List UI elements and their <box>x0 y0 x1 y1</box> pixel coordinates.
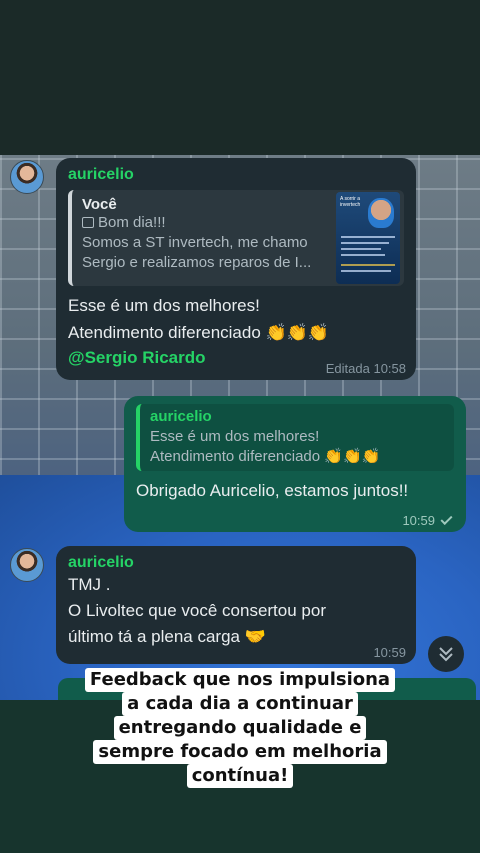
image-icon <box>82 217 94 228</box>
message-text: Atendimento diferenciado 👏👏👏 <box>68 323 330 342</box>
quote-line: Atendimento diferenciado 👏👏👏 <box>150 448 381 465</box>
message-text: O Livoltec que você consertou por <box>68 601 326 620</box>
thumbnail-text-line <box>341 248 381 250</box>
thumbnail-heading: A sorrir a invertech <box>340 196 361 208</box>
message-bubble-incoming[interactable]: auricelio Você Bom dia!!! Somos a ST inv… <box>56 158 416 380</box>
message-time: 10:59 <box>402 513 435 528</box>
thumbnail-person <box>368 198 394 228</box>
message-bubble-incoming[interactable]: auricelio TMJ . O Livoltec que você cons… <box>56 546 416 664</box>
thumbnail-text-line <box>341 264 395 266</box>
sender-name[interactable]: auricelio <box>68 166 404 184</box>
quote-line: Bom dia!!! <box>82 213 324 233</box>
quote-author: auricelio <box>150 408 212 425</box>
avatar[interactable] <box>10 160 44 194</box>
caption-line: sempre focado em melhoria <box>93 740 387 764</box>
quote-line: Sergio e realizamos reparos de I... <box>82 254 312 271</box>
thumbnail-text-line <box>341 236 395 238</box>
double-chevron-down-icon <box>439 647 453 662</box>
scroll-down-button[interactable] <box>428 636 464 672</box>
top-background <box>0 0 480 155</box>
caption-overlay: Feedback que nos impulsiona a cada dia a… <box>0 668 480 788</box>
single-check-icon <box>440 512 453 526</box>
quote-line: Esse é um dos melhores! <box>150 428 320 445</box>
caption-line: a cada dia a continuar <box>122 692 358 716</box>
message-time: 10:59 <box>373 645 406 660</box>
quoted-message[interactable]: Você Bom dia!!! Somos a ST invertech, me… <box>68 190 404 286</box>
thumbnail-text-line <box>341 270 391 272</box>
caption-line: Feedback que nos impulsiona <box>84 668 396 692</box>
sender-name[interactable]: auricelio <box>68 554 404 572</box>
caption-line: contínua! <box>186 764 294 788</box>
message-meta: 10:59 <box>402 512 453 528</box>
message-bubble-outgoing[interactable]: auricelio Esse é um dos melhores! Atendi… <box>124 396 466 532</box>
avatar[interactable] <box>10 548 44 582</box>
message-text: Esse é um dos melhores! <box>68 296 260 315</box>
caption-line: entregando qualidade e <box>113 716 367 740</box>
message-text: Obrigado Auricelio, estamos juntos!! <box>136 481 409 500</box>
message-text: TMJ . <box>68 575 111 594</box>
message-text: último tá a plena carga 🤝 <box>68 627 266 646</box>
quote-author: Você <box>82 196 117 213</box>
thumbnail-text-line <box>341 242 389 244</box>
quote-line: Somos a ST invertech, me chamo <box>82 234 308 251</box>
thumbnail-text-line <box>341 254 385 256</box>
quoted-image-thumbnail: A sorrir a invertech <box>336 192 400 284</box>
quoted-message[interactable]: auricelio Esse é um dos melhores! Atendi… <box>136 404 454 471</box>
message-meta: Editada 10:58 <box>325 361 406 376</box>
